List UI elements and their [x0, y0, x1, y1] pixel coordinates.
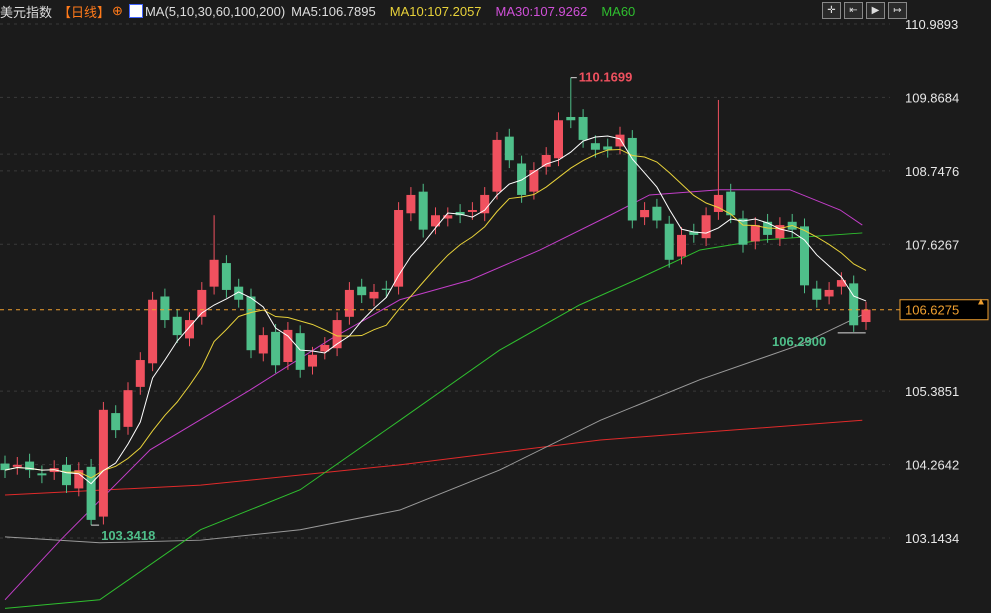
candle-body — [406, 194, 416, 214]
candle-body — [800, 226, 809, 286]
candle-body — [12, 464, 22, 467]
y-tick-label: 107.6267 — [905, 237, 959, 252]
candlestick-chart[interactable]: 110.9893 109.8684 108.7476 107.6267 105.3851… — [0, 0, 991, 613]
candle-body — [627, 137, 637, 221]
candle-body — [861, 309, 871, 323]
scroll-up-icon: ▲ — [976, 297, 986, 308]
candle-body — [37, 473, 47, 476]
candle-body — [172, 316, 182, 336]
candle-body — [566, 116, 576, 121]
y-tick-label: 108.7476 — [905, 164, 959, 179]
candle-body — [135, 360, 145, 387]
candle-body — [62, 464, 71, 486]
candle-body — [283, 329, 293, 362]
candle-body — [824, 289, 834, 297]
candle-body — [308, 354, 317, 367]
ma60-line — [4, 232, 863, 609]
candle-body — [295, 333, 305, 370]
y-tick-label: 110.9893 — [905, 17, 958, 32]
candle-body — [123, 390, 133, 427]
candle-body — [849, 283, 859, 326]
candle-body — [492, 139, 502, 192]
candle-body — [357, 286, 367, 296]
candle-body — [504, 136, 514, 161]
candle-body — [726, 191, 736, 216]
y-tick-label: 103.1434 — [905, 531, 959, 546]
candle-body — [160, 296, 170, 321]
candle-body — [652, 206, 662, 221]
candle-body — [467, 210, 477, 212]
candle-body — [578, 116, 588, 140]
candle-body — [271, 331, 281, 366]
y-tick-label: 105.3851 — [905, 384, 959, 399]
current-price-label: 106.6275 — [905, 303, 959, 318]
low-annotation: 103.3418 — [101, 528, 155, 543]
candle-body — [664, 223, 674, 260]
y-tick-label: 109.8684 — [905, 90, 959, 105]
high-annotation: 110.1699 — [579, 70, 633, 85]
candle-body — [111, 413, 121, 431]
y-tick-label: 104.2642 — [905, 458, 959, 473]
candle-body — [209, 259, 219, 287]
candle-body — [74, 470, 84, 489]
candle-body — [812, 288, 822, 300]
candle-body — [221, 263, 231, 290]
candle-body — [258, 335, 268, 354]
candle-body — [701, 215, 711, 239]
candle-body — [86, 466, 96, 520]
candle-body — [344, 289, 354, 317]
candle-body — [529, 170, 539, 192]
candle-body — [517, 163, 527, 195]
candle-body — [418, 191, 428, 230]
candle-body — [98, 409, 108, 517]
candle-body — [369, 291, 379, 299]
candle-body — [246, 296, 256, 351]
ma10-line — [4, 148, 867, 479]
candle-body — [640, 210, 650, 218]
ma200-line — [4, 419, 863, 496]
recent-low-annotation: 106.2900 — [772, 334, 826, 349]
candle-body — [590, 143, 600, 150]
candle-body — [603, 146, 613, 150]
candle-body — [541, 154, 551, 167]
candle-body — [750, 225, 760, 242]
ma100-line — [4, 314, 863, 544]
candle-body — [554, 120, 563, 159]
candle-body — [677, 234, 686, 257]
candle-body — [381, 288, 391, 290]
